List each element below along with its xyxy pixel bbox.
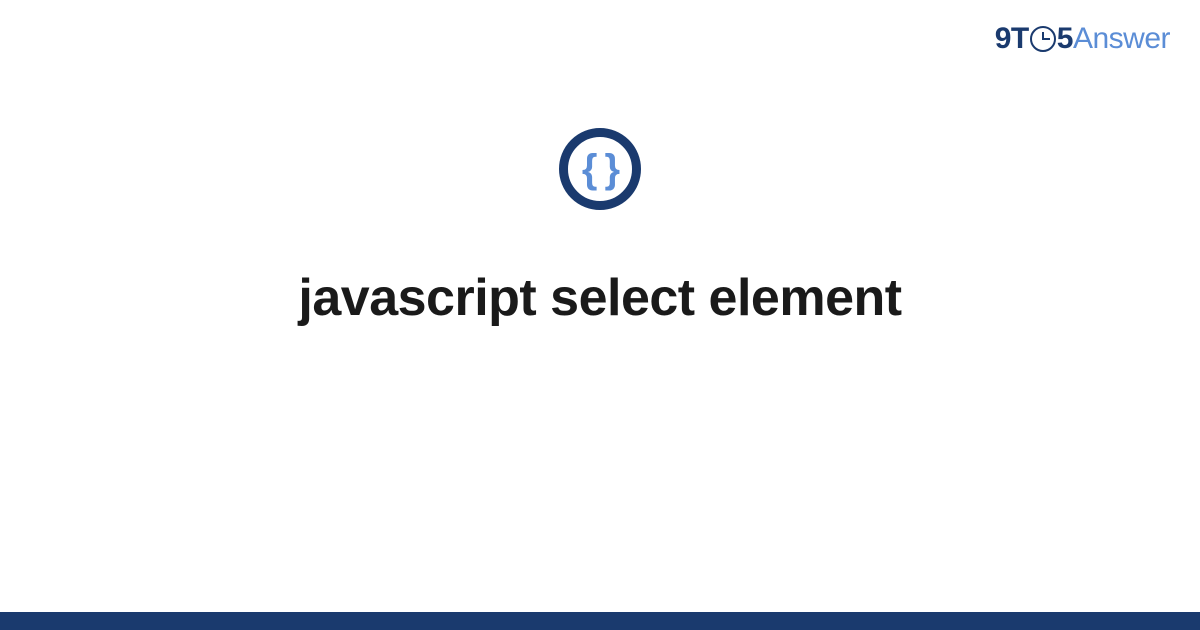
braces-icon: { } [582,149,618,189]
site-logo[interactable]: 9T 5 Answer [995,22,1170,56]
logo-text-9t: 9T [995,22,1029,56]
category-icon-circle: { } [559,128,641,210]
page-title: javascript select element [298,268,901,328]
footer-bar [0,612,1200,630]
clock-icon [1030,26,1056,52]
logo-text-answer: Answer [1073,22,1170,56]
main-content: { } javascript select element [0,128,1200,328]
logo-text-5: 5 [1057,22,1073,56]
